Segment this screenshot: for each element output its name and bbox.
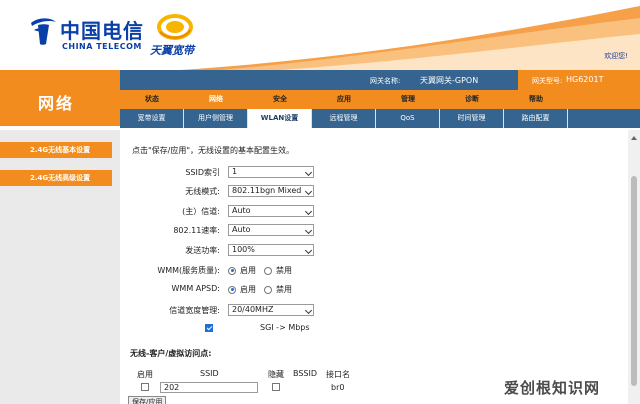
- intro-text: 点击"保存/应用"，无线设置的基本配置生效。: [132, 146, 295, 155]
- ap-header-enable: 启用: [137, 370, 153, 379]
- sub-nav: 宽带设置 用户侧管理 WLAN设置 远程管理 QoS 时间管理 路由配置: [120, 109, 640, 128]
- wmm-enable-radio[interactable]: [228, 266, 236, 275]
- nav-status[interactable]: 状态: [120, 90, 184, 109]
- scroll-thumb[interactable]: [631, 176, 637, 386]
- wmm-enable-label: 启用: [240, 266, 256, 275]
- header: 中国电信 CHINA TELECOM 天翼宽带 欢迎您!: [0, 0, 640, 70]
- chevron-down-icon: [304, 168, 313, 177]
- nav-network[interactable]: 网络: [184, 90, 248, 109]
- rate-value: Auto: [232, 225, 251, 234]
- ap-ssid-input[interactable]: 202: [160, 382, 258, 393]
- sidebar-item-24g-basic[interactable]: 2.4G无线基本设置: [0, 142, 112, 158]
- wireless-mode-select[interactable]: 802.11bgn Mixed: [228, 185, 314, 197]
- sidebar-item-24g-advanced[interactable]: 2.4G无线高级设置: [0, 170, 112, 186]
- tab-time-management[interactable]: 时间管理: [440, 109, 504, 128]
- wireless-mode-value: 802.11bgn Mixed: [232, 186, 302, 195]
- content-scrollbar[interactable]: [628, 130, 640, 404]
- wmm-disable-label: 禁用: [276, 266, 292, 275]
- tab-user-side-management[interactable]: 用户侧管理: [184, 109, 248, 128]
- tab-routing-config[interactable]: 路由配置: [504, 109, 568, 128]
- gateway-name-value: 天翼网关-GPON: [420, 76, 479, 85]
- tianyi-broadband-logo: 天翼宽带: [150, 12, 230, 58]
- chevron-down-icon: [304, 187, 313, 196]
- nav-help[interactable]: 帮助: [504, 90, 568, 109]
- channel-select[interactable]: Auto: [228, 205, 314, 217]
- chevron-down-icon: [304, 246, 313, 255]
- ssid-index-select[interactable]: 1: [228, 166, 314, 178]
- wmm-apsd-enable-radio[interactable]: [228, 285, 236, 294]
- wmm-apsd-enable-label: 启用: [240, 285, 256, 294]
- china-telecom-en-text: CHINA TELECOM: [62, 42, 142, 51]
- ap-enable-checkbox[interactable]: [141, 383, 149, 391]
- power-select[interactable]: 100%: [228, 244, 314, 256]
- wireless-mode-label: 无线模式:: [185, 187, 220, 196]
- bandwidth-select[interactable]: 20/40MHZ: [228, 304, 314, 316]
- tianyi-swirl-icon: [157, 14, 193, 40]
- tianyi-text: 天翼宽带: [150, 44, 194, 57]
- section-title: 网络: [38, 94, 75, 113]
- bandwidth-label: 信道宽度管理:: [169, 306, 220, 315]
- tab-wlan-settings[interactable]: WLAN设置: [248, 109, 312, 128]
- save-apply-button[interactable]: 保存/应用: [128, 396, 167, 404]
- ap-header-bssid: BSSID: [293, 369, 318, 378]
- virtual-ap-heading: 无线-客户/虚拟访问点:: [130, 349, 212, 358]
- scroll-up-arrow-icon[interactable]: [631, 136, 637, 140]
- content-panel: 点击"保存/应用"，无线设置的基本配置生效。 SSID索引 1 无线模式: 80…: [120, 130, 628, 404]
- wmm-apsd-disable-radio[interactable]: [264, 285, 272, 294]
- nav-management[interactable]: 管理: [376, 90, 440, 109]
- wmm-apsd-disable-label: 禁用: [276, 285, 292, 294]
- ap-header-ssid: SSID: [200, 369, 219, 378]
- channel-label: (主）信道:: [182, 207, 220, 216]
- power-label: 发送功率:: [185, 246, 220, 255]
- ap-header-iface: 接口名: [326, 370, 350, 379]
- sidebar: 2.4G无线基本设置 2.4G无线高级设置: [0, 130, 120, 404]
- wmm-disable-radio[interactable]: [264, 266, 272, 275]
- rate-select[interactable]: Auto: [228, 224, 314, 236]
- sub-nav-filler: [568, 109, 640, 128]
- nav-diagnostics[interactable]: 诊断: [440, 90, 504, 109]
- chevron-down-icon: [304, 207, 313, 216]
- tab-remote-management[interactable]: 远程管理: [312, 109, 376, 128]
- china-telecom-logo: 中国电信 CHINA TELECOM: [28, 14, 158, 54]
- ssid-index-label: SSID索引: [185, 168, 220, 177]
- chevron-down-icon: [304, 306, 313, 315]
- chevron-down-icon: [304, 226, 313, 235]
- nav-applications[interactable]: 应用: [312, 90, 376, 109]
- gateway-model-value: HG6201T: [566, 75, 604, 84]
- ap-hide-checkbox[interactable]: [272, 383, 280, 391]
- gateway-model-box: 网关型号: HG6201T: [518, 70, 640, 90]
- ssid-index-value: 1: [232, 167, 238, 176]
- channel-value: Auto: [232, 206, 251, 215]
- tab-qos[interactable]: QoS: [376, 109, 440, 128]
- rate-label: 802.11速率:: [173, 226, 220, 235]
- ap-iface-value: br0: [331, 383, 345, 392]
- gateway-name-label: 网关名称:: [370, 77, 401, 85]
- main-nav: 状态 网络 安全 应用 管理 诊断 帮助: [120, 90, 640, 109]
- section-title-box: 网络: [0, 70, 120, 128]
- gateway-info-bar: 网关名称: 天翼网关-GPON 网关型号: HG6201T: [120, 70, 640, 90]
- china-telecom-cn-text: 中国电信: [60, 19, 144, 43]
- gateway-model-label: 网关型号:: [532, 77, 563, 85]
- watermark-text: 爱创根知识网: [504, 379, 601, 397]
- nav-security[interactable]: 安全: [248, 90, 312, 109]
- power-value: 100%: [232, 245, 255, 254]
- tab-broadband-settings[interactable]: 宽带设置: [120, 109, 184, 128]
- china-telecom-mark-icon: [31, 18, 56, 45]
- ap-header-hide: 隐藏: [268, 370, 284, 379]
- bandwidth-value: 20/40MHZ: [232, 305, 274, 314]
- sgi-checkbox[interactable]: [205, 324, 213, 332]
- wmm-label: WMM(服务质量):: [157, 266, 220, 275]
- wmm-apsd-radio-group: 启用 禁用: [228, 284, 300, 295]
- wmm-apsd-label: WMM APSD:: [171, 284, 221, 293]
- welcome-text: 欢迎您!: [604, 52, 628, 60]
- sgi-label: SGI -> Mbps: [260, 323, 310, 332]
- wmm-radio-group: 启用 禁用: [228, 265, 300, 276]
